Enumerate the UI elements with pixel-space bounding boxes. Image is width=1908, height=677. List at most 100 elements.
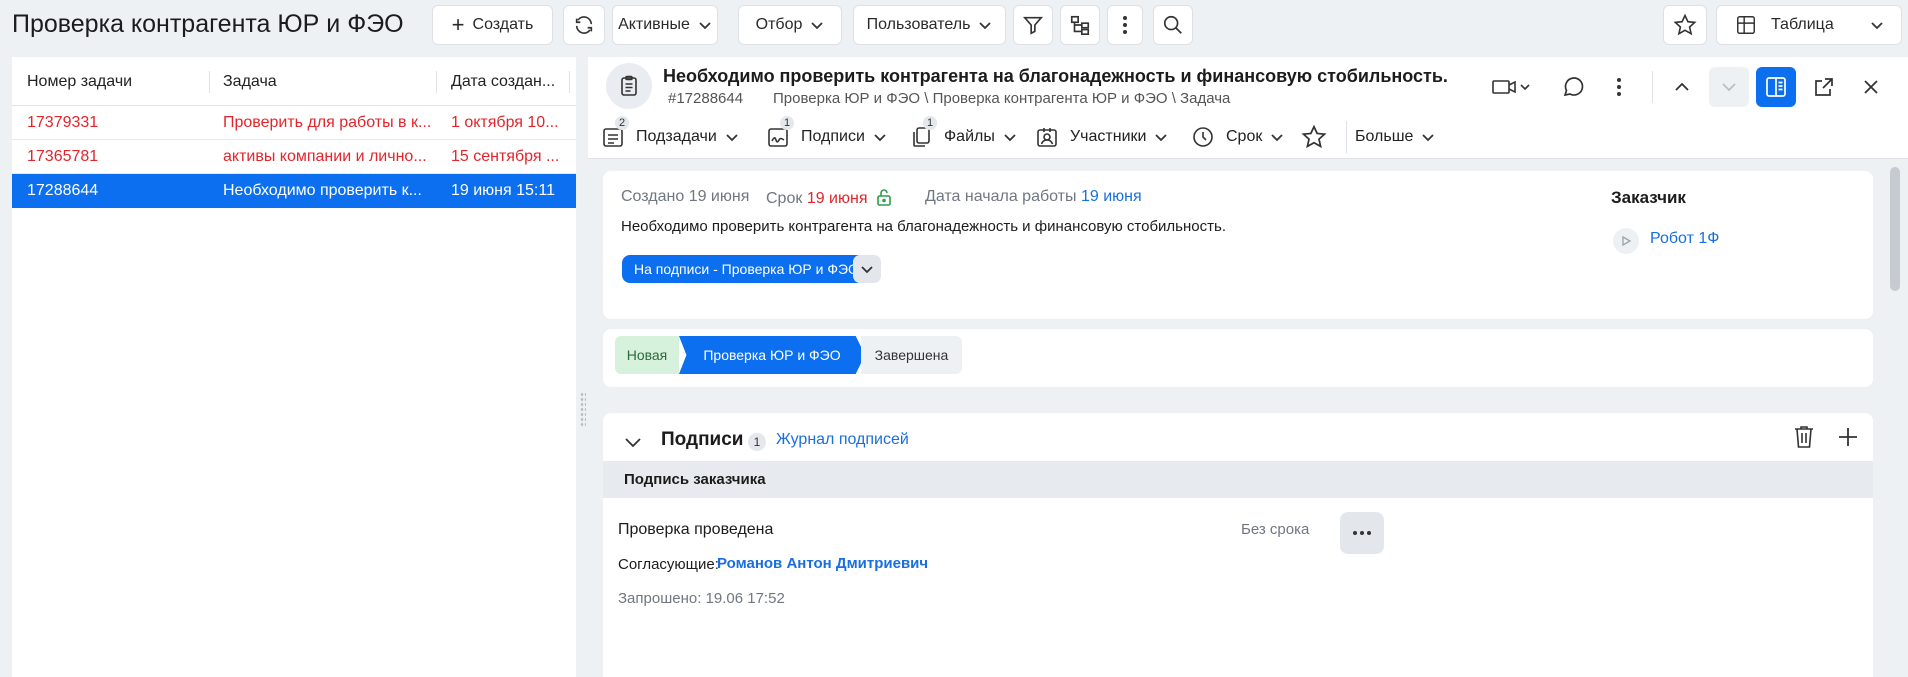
column-divider[interactable]: [569, 71, 570, 93]
chevron-down-icon: [699, 22, 711, 30]
subtasks-count-badge: 2: [615, 116, 629, 130]
side-panel-toggle-button[interactable]: [1756, 67, 1796, 107]
task-number-cell: 17288644: [27, 182, 99, 199]
stages-card: Новая Проверка ЮР и ФЭО Завершена: [603, 329, 1873, 387]
tab-deadline[interactable]: Срок: [1190, 117, 1284, 157]
column-header-number[interactable]: Номер задачи: [27, 57, 207, 106]
video-icon: [1492, 80, 1530, 94]
subtasks-icon: 2: [600, 116, 629, 150]
stage-new[interactable]: Новая: [615, 336, 679, 374]
stage-current[interactable]: Проверка ЮР и ФЭО: [679, 336, 865, 374]
tab-favorite[interactable]: [1301, 117, 1337, 157]
chevron-down-icon: [979, 22, 992, 30]
files-count-badge: 1: [923, 116, 937, 130]
table-icon: [1737, 16, 1755, 34]
task-date-cell: 19 июня 15:11: [451, 182, 555, 199]
video-call-button[interactable]: [1486, 67, 1536, 107]
column-divider[interactable]: [209, 71, 210, 93]
start-date-info[interactable]: Дата начала работы 19 июня: [925, 188, 1142, 206]
play-icon: [1622, 235, 1632, 247]
active-filter-dropdown[interactable]: Активные: [612, 5, 718, 45]
table-row-selected[interactable]: 17288644 Необходимо проверить к... 19 ию…: [12, 174, 576, 208]
signature-more-button[interactable]: [1340, 512, 1384, 554]
more-menu-button[interactable]: [1107, 5, 1143, 45]
selection-filter-dropdown[interactable]: Отбор: [738, 5, 842, 45]
tab-more[interactable]: Больше: [1355, 117, 1435, 157]
column-header-date[interactable]: Дата создан...: [451, 57, 569, 106]
clock-icon: [1190, 124, 1216, 150]
deadline-info[interactable]: Срок 19 июня: [766, 188, 892, 208]
tab-label: Больше: [1355, 128, 1414, 145]
chevron-down-icon: [1004, 134, 1016, 142]
task-info-card: Создано 19 июня Срок 19 июня Дата начала…: [603, 171, 1873, 319]
chevron-down-icon: [1271, 134, 1283, 142]
comments-button[interactable]: [1552, 67, 1592, 107]
panel-resize-handle[interactable]: [580, 392, 586, 428]
tab-participants[interactable]: Участники: [1034, 117, 1168, 157]
favorite-button[interactable]: [1663, 5, 1707, 45]
star-icon: [1301, 124, 1327, 150]
stage-completed[interactable]: Завершена: [861, 336, 962, 374]
hierarchy-icon: [1070, 15, 1090, 35]
panel-icon: [1766, 77, 1786, 97]
table-row[interactable]: 17365781 активы компании и лично... 15 с…: [12, 140, 576, 174]
tab-label: Срок: [1226, 128, 1263, 145]
create-button[interactable]: + Создать: [432, 5, 553, 45]
unlock-icon: [877, 189, 891, 206]
signature-journal-link[interactable]: Журнал подписей: [776, 431, 909, 449]
more-vertical-icon: [1617, 78, 1621, 96]
task-more-button[interactable]: [1599, 67, 1639, 107]
task-date-cell: 15 сентября ...: [451, 148, 560, 165]
task-number-cell: 17365781: [27, 148, 99, 165]
chevron-down-icon: [726, 134, 738, 142]
user-filter-dropdown[interactable]: Пользователь: [853, 5, 1006, 45]
tab-label: Файлы: [944, 128, 995, 145]
close-button[interactable]: [1851, 67, 1891, 107]
selection-filter-label: Отбор: [755, 16, 803, 33]
open-in-new-window-button[interactable]: [1804, 67, 1844, 107]
view-mode-label: Таблица: [1771, 16, 1834, 33]
task-list-header: Номер задачи Задача Дата создан...: [12, 57, 576, 106]
collapse-chevron-icon[interactable]: [623, 432, 643, 452]
approver-name-link[interactable]: Романов Антон Дмитриевич: [717, 555, 928, 572]
trash-icon[interactable]: [1792, 424, 1816, 450]
clipboard-icon: [606, 63, 652, 109]
signature-group-title: Подпись заказчика: [624, 471, 766, 488]
search-button[interactable]: [1153, 5, 1193, 45]
filter-button[interactable]: [1013, 5, 1053, 45]
close-icon: [1864, 80, 1878, 94]
deadline-label: Срок: [766, 190, 803, 207]
signature-item-title: Проверка проведена: [618, 521, 774, 538]
table-row[interactable]: 17379331 Проверить для работы в к... 1 о…: [12, 106, 576, 140]
chat-icon: [1563, 77, 1584, 97]
refresh-button[interactable]: [563, 5, 605, 45]
task-description: Необходимо проверить контрагента на благ…: [621, 218, 1226, 235]
scrollbar[interactable]: [1890, 167, 1900, 291]
view-mode-dropdown[interactable]: Таблица: [1716, 5, 1902, 45]
signatures-section: Подписи 1 Журнал подписей Подпись заказч…: [603, 413, 1873, 677]
page-title: Проверка контрагента ЮР и ФЭО: [12, 10, 404, 38]
status-expand-button[interactable]: [853, 255, 881, 283]
chevron-down-icon: [1722, 83, 1736, 92]
tab-files[interactable]: 1 Файлы: [908, 116, 1017, 157]
task-name-cell: Проверить для работы в к...: [223, 114, 432, 131]
tab-divider: [1346, 121, 1347, 153]
task-name-cell: активы компании и лично...: [223, 148, 427, 165]
task-breadcrumb[interactable]: Проверка ЮР и ФЭО \ Проверка контрагента…: [773, 90, 1230, 107]
tab-signatures[interactable]: 1 Подписи: [765, 116, 887, 157]
signature-group-header: Подпись заказчика: [603, 461, 1873, 498]
plus-icon[interactable]: [1837, 426, 1859, 448]
chevron-down-icon: [1155, 134, 1168, 142]
previous-task-button[interactable]: [1662, 67, 1702, 107]
column-header-task[interactable]: Задача: [223, 57, 433, 106]
tab-subtasks[interactable]: 2 Подзадачи: [600, 116, 739, 157]
next-task-button[interactable]: [1709, 67, 1749, 107]
customer-name-link[interactable]: Робот 1Ф: [1650, 230, 1719, 248]
files-icon: 1: [908, 116, 937, 150]
task-list: Номер задачи Задача Дата создан... 17379…: [12, 57, 576, 677]
hierarchy-button[interactable]: [1060, 5, 1100, 45]
created-label: Создано: [621, 188, 685, 205]
status-badge[interactable]: На подписи - Проверка ЮР и ФЭО: [622, 255, 871, 283]
task-number: #17288644: [668, 90, 744, 107]
column-divider[interactable]: [436, 71, 437, 93]
